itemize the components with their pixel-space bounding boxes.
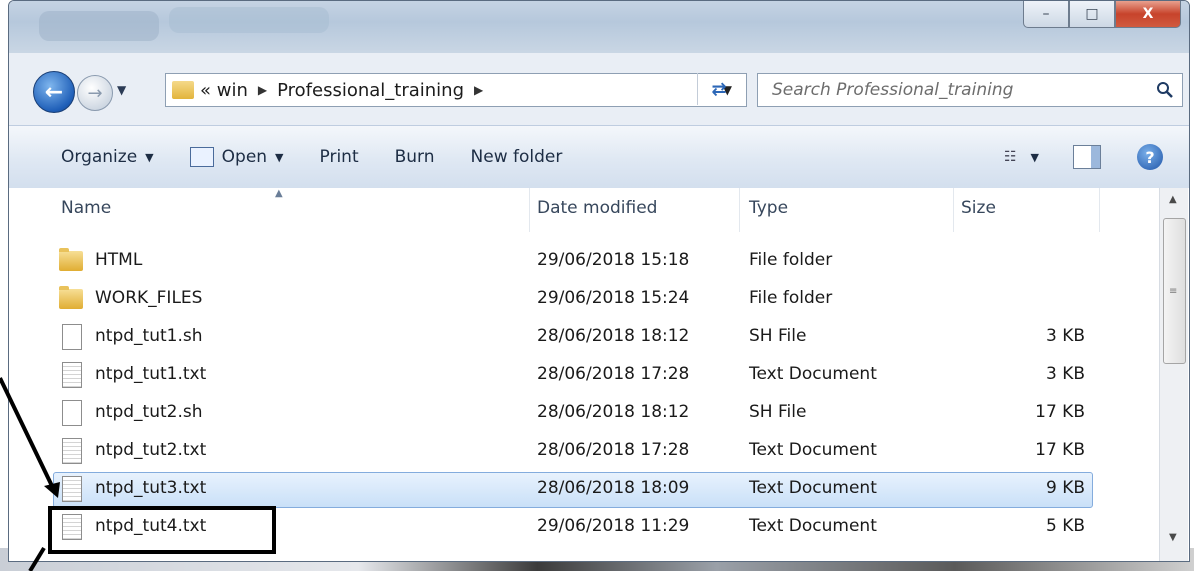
arrowhead-icon [44, 482, 60, 498]
annotation-arrow-line [0, 377, 54, 487]
annotation-arrows [0, 377, 60, 571]
annotation-arrow-line [28, 546, 46, 571]
